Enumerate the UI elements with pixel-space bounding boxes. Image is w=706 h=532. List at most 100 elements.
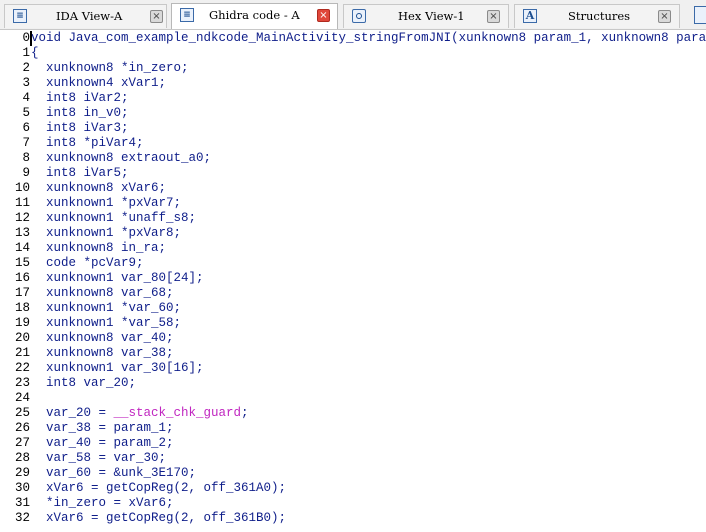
- line-number: 25: [14, 406, 30, 420]
- code-text[interactable]: int8 iVar5;: [31, 166, 129, 181]
- code-line[interactable]: 29 var_60 = &unk_3E170;: [0, 466, 706, 481]
- line-number: 0: [22, 31, 30, 45]
- close-icon[interactable]: ×: [150, 10, 163, 23]
- line-number: 29: [14, 466, 30, 480]
- code-line[interactable]: 26 var_38 = param_1;: [0, 421, 706, 436]
- code-line[interactable]: 24: [0, 391, 706, 406]
- code-text[interactable]: {: [31, 46, 39, 61]
- code-line[interactable]: 4 int8 iVar2;: [0, 91, 706, 106]
- tab-ida-view-a[interactable]: ≡ IDA View-A ×: [4, 4, 167, 28]
- line-number: 16: [14, 271, 30, 285]
- code-text[interactable]: int8 iVar2;: [31, 91, 129, 106]
- code-text[interactable]: xunknown8 var_38;: [31, 346, 174, 361]
- line-number: 12: [14, 211, 30, 225]
- code-line[interactable]: 13 xunknown1 *pxVar8;: [0, 226, 706, 241]
- code-text[interactable]: code *pcVar9;: [31, 256, 144, 271]
- line-number: 15: [14, 256, 30, 270]
- code-text[interactable]: int8 in_v0;: [31, 106, 129, 121]
- code-line[interactable]: 15 code *pcVar9;: [0, 256, 706, 271]
- code-text[interactable]: xunknown1 *var_58;: [31, 316, 181, 331]
- code-text[interactable]: xunknown1 *pxVar7;: [31, 196, 181, 211]
- code-text[interactable]: xunknown1 var_80[24];: [31, 271, 204, 286]
- line-number: 20: [14, 331, 30, 345]
- code-text[interactable]: var_20 = __stack_chk_guard;: [31, 406, 249, 421]
- line-number: 21: [14, 346, 30, 360]
- line-number: 31: [14, 496, 30, 510]
- line-number: 32: [14, 511, 30, 525]
- code-line[interactable]: 6 int8 iVar3;: [0, 121, 706, 136]
- code-line[interactable]: 12 xunknown1 *unaff_s8;: [0, 211, 706, 226]
- code-text[interactable]: xunknown8 extraout_a0;: [31, 151, 211, 166]
- line-number: 19: [14, 316, 30, 330]
- code-line[interactable]: 30 xVar6 = getCopReg(2, off_361A0);: [0, 481, 706, 496]
- global-symbol[interactable]: __stack_chk_guard: [114, 406, 242, 420]
- code-text[interactable]: xunknown1 *pxVar8;: [31, 226, 181, 241]
- code-line[interactable]: 10 xunknown8 xVar6;: [0, 181, 706, 196]
- tab-label: Hex View-1: [398, 9, 465, 23]
- code-line[interactable]: 14 xunknown8 in_ra;: [0, 241, 706, 256]
- code-line[interactable]: 21 xunknown8 var_38;: [0, 346, 706, 361]
- code-text-part: ;: [241, 406, 249, 420]
- code-text[interactable]: xunknown1 *var_60;: [31, 301, 181, 316]
- line-number: 18: [14, 301, 30, 315]
- line-number: 6: [22, 121, 30, 135]
- code-text[interactable]: xunknown8 *in_zero;: [31, 61, 189, 76]
- line-number: 1: [22, 46, 30, 60]
- tab-overflow-icon[interactable]: [694, 6, 706, 24]
- code-text[interactable]: xunknown1 *unaff_s8;: [31, 211, 196, 226]
- code-line[interactable]: 22 xunknown1 var_30[16];: [0, 361, 706, 376]
- code-line[interactable]: 25 var_20 = __stack_chk_guard;: [0, 406, 706, 421]
- tab-ghidra-code-a[interactable]: ≡ Ghidra code - A ×: [171, 3, 338, 29]
- code-line[interactable]: 8 xunknown8 extraout_a0;: [0, 151, 706, 166]
- code-text[interactable]: xunknown8 var_40;: [31, 331, 174, 346]
- code-line[interactable]: 0 void Java_com_example_ndkcode_MainActiv…: [0, 31, 706, 46]
- code-line[interactable]: 27 var_40 = param_2;: [0, 436, 706, 451]
- ghidra-code-icon: ≡: [180, 8, 194, 22]
- code-text[interactable]: xVar6 = getCopReg(2, off_361A0);: [31, 481, 286, 496]
- code-line[interactable]: 5 int8 in_v0;: [0, 106, 706, 121]
- code-text[interactable]: xunknown4 xVar1;: [31, 76, 166, 91]
- line-number: 28: [14, 451, 30, 465]
- code-text[interactable]: var_58 = var_30;: [31, 451, 166, 466]
- code-line[interactable]: 20 xunknown8 var_40;: [0, 331, 706, 346]
- code-line[interactable]: 9 int8 iVar5;: [0, 166, 706, 181]
- close-icon[interactable]: ×: [487, 10, 500, 23]
- pseudocode-view[interactable]: 0 void Java_com_example_ndkcode_MainActiv…: [0, 31, 706, 532]
- code-text[interactable]: int8 *piVar4;: [31, 136, 144, 151]
- code-line[interactable]: 7 int8 *piVar4;: [0, 136, 706, 151]
- code-line[interactable]: 11 xunknown1 *pxVar7;: [0, 196, 706, 211]
- code-text[interactable]: xunknown1 var_30[16];: [31, 361, 204, 376]
- code-text[interactable]: xunknown8 xVar6;: [31, 181, 166, 196]
- code-line[interactable]: 16 xunknown1 var_80[24];: [0, 271, 706, 286]
- code-text[interactable]: xVar6 = getCopReg(2, off_361B0);: [31, 511, 286, 526]
- code-line[interactable]: 18 xunknown1 *var_60;: [0, 301, 706, 316]
- line-number: 8: [22, 151, 30, 165]
- line-number: 17: [14, 286, 30, 300]
- code-text[interactable]: int8 var_20;: [31, 376, 136, 391]
- close-icon[interactable]: ×: [658, 10, 671, 23]
- code-text[interactable]: *in_zero = xVar6;: [31, 496, 174, 511]
- code-line[interactable]: 3 xunknown4 xVar1;: [0, 76, 706, 91]
- code-line[interactable]: 2 xunknown8 *in_zero;: [0, 61, 706, 76]
- code-text[interactable]: xunknown8 var_68;: [31, 286, 174, 301]
- tab-bar: ≡ IDA View-A × ≡ Ghidra code - A × Hex V…: [0, 0, 706, 30]
- code-text[interactable]: xunknown8 in_ra;: [31, 241, 166, 256]
- code-line[interactable]: 23 int8 var_20;: [0, 376, 706, 391]
- tab-structures[interactable]: A Structures ×: [514, 4, 680, 28]
- code-line[interactable]: 19 xunknown1 *var_58;: [0, 316, 706, 331]
- close-icon[interactable]: ×: [317, 9, 330, 22]
- code-text[interactable]: var_40 = param_2;: [31, 436, 174, 451]
- tab-hex-view-1[interactable]: Hex View-1 ×: [343, 4, 509, 28]
- code-text[interactable]: void Java_com_example_ndkcode_MainActivi…: [31, 31, 706, 46]
- code-text[interactable]: var_38 = param_1;: [31, 421, 174, 436]
- code-text[interactable]: int8 iVar3;: [31, 121, 129, 136]
- code-text-part: var_20 =: [31, 406, 114, 420]
- line-number: 5: [22, 106, 30, 120]
- code-line[interactable]: 28 var_58 = var_30;: [0, 451, 706, 466]
- code-line[interactable]: 31 *in_zero = xVar6;: [0, 496, 706, 511]
- code-line[interactable]: 32 xVar6 = getCopReg(2, off_361B0);: [0, 511, 706, 526]
- code-text[interactable]: var_60 = &unk_3E170;: [31, 466, 196, 481]
- code-line[interactable]: 1{: [0, 46, 706, 61]
- code-line[interactable]: 17 xunknown8 var_68;: [0, 286, 706, 301]
- tab-label: IDA View-A: [56, 9, 123, 23]
